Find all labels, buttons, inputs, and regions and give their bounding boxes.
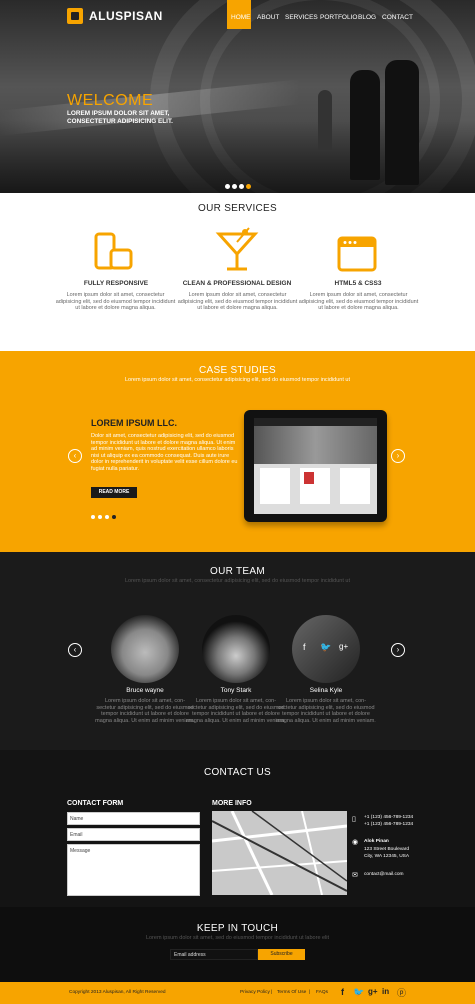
hero-subtitle: LOREM IPSUM DOLOR SIT AMET, CONSECTETUR …: [67, 110, 207, 126]
location-icon: ◉: [352, 839, 359, 846]
newsletter-email-input[interactable]: Email address: [170, 949, 258, 960]
services-heading: OUR SERVICES: [198, 203, 277, 214]
footer-link-privacy[interactable]: Privacy Policy: [240, 990, 270, 995]
map[interactable]: [212, 811, 347, 895]
service-title: CLEAN & PROFESSIONAL DESIGN: [182, 280, 292, 287]
message-field[interactable]: Message: [67, 844, 200, 896]
address-line: City, WA 12345, USA: [364, 854, 410, 859]
browser-window-icon: [337, 236, 377, 272]
phone-2: +1 (123) 456-789-1234: [364, 822, 414, 827]
team-prev-arrow-icon[interactable]: ‹: [68, 643, 82, 657]
name-field[interactable]: Name: [67, 812, 200, 825]
email-field[interactable]: Email: [67, 828, 200, 841]
contact-heading: CONTACT US: [203, 767, 272, 778]
logo-icon[interactable]: [67, 8, 83, 24]
googleplus-icon[interactable]: g+: [368, 987, 378, 996]
copyright: Copyright 2013 Aluspisan, All Right Rese…: [69, 990, 166, 995]
slider-dot[interactable]: [225, 184, 230, 189]
member-name: Bruce wayne: [126, 687, 164, 694]
services-section: [0, 193, 475, 351]
footer-link-terms[interactable]: Terms Of Use: [277, 990, 306, 995]
member-name: Tony Stark: [220, 687, 252, 694]
footer-link-faqs[interactable]: FAQs: [316, 990, 328, 995]
nav-portfolio[interactable]: PORTFOLIO: [320, 14, 357, 21]
slider-dot[interactable]: [239, 184, 244, 189]
slider-dot-active[interactable]: [246, 184, 251, 189]
hero-subtitle-line: LOREM IPSUM DOLOR SIT AMET,: [67, 110, 170, 117]
facebook-icon[interactable]: f: [303, 642, 306, 652]
case-title: LOREM IPSUM LLC.: [91, 418, 177, 428]
avatar[interactable]: [111, 615, 179, 683]
hero-title: WELCOME: [67, 92, 154, 109]
member-name: Selina Kyle: [309, 687, 343, 694]
case-slider-dot[interactable]: [91, 515, 95, 519]
service-text: Lorem ipsum dolor sit amet, consectetur …: [177, 292, 298, 311]
service-text: Lorem ipsum dolor sit amet, consectetur …: [298, 292, 419, 311]
googleplus-icon[interactable]: g+: [339, 642, 348, 651]
pinterest-icon[interactable]: ⓟ: [397, 986, 406, 999]
footer-divider: |: [271, 990, 273, 995]
newsletter-section: [0, 907, 475, 982]
keep-heading: KEEP IN TOUCH: [196, 923, 279, 934]
service-text: Lorem ipsum dolor sit amet, consectetur …: [55, 292, 176, 311]
service-title: HTML5 & CSS3: [334, 280, 382, 287]
hero-subtitle-line: CONSECTETUR ADIPISICING ELIT.: [67, 118, 173, 125]
phone-icon: ▯: [352, 816, 356, 823]
team-subheading: Lorem ipsum dolor sit amet, consectetur …: [124, 578, 350, 584]
brand-name[interactable]: ALUSPISAN: [89, 9, 163, 23]
linkedin-icon[interactable]: in: [382, 987, 389, 996]
contact-email[interactable]: contact@mail.com: [364, 872, 404, 878]
hero-person-silhouette: [385, 60, 419, 185]
nav-home[interactable]: HOME: [231, 14, 251, 21]
slider-dot[interactable]: [232, 184, 237, 189]
read-more-button[interactable]: READ MORE: [91, 487, 137, 498]
subscribe-button[interactable]: Subscribe: [258, 949, 305, 960]
member-text: Lorem ipsum dolor sit amet, con- sectetu…: [95, 698, 195, 724]
footer-divider: |: [309, 990, 311, 995]
twitter-icon[interactable]: 🐦: [353, 987, 364, 998]
nav-contact[interactable]: CONTACT: [382, 14, 413, 21]
hero-person-silhouette: [318, 90, 332, 150]
contact-form-heading: CONTACT FORM: [67, 800, 124, 807]
case-slider-dot[interactable]: [105, 515, 109, 519]
member-text: Lorem ipsum dolor sit amet, con- sectetu…: [276, 698, 376, 724]
avatar[interactable]: f 🐦 g+: [292, 615, 360, 683]
mobile-tablet-icon: [94, 232, 133, 270]
tablet-mockup: [244, 410, 387, 522]
case-studies-heading: CASE STUDIES: [199, 365, 276, 376]
case-text: Dolor sit amet, consectetur adipisicing …: [91, 433, 238, 472]
nav-blog[interactable]: BLOG: [358, 14, 376, 21]
address-line: 123 Street Boulevard: [364, 847, 410, 852]
team-next-arrow-icon[interactable]: ›: [391, 643, 405, 657]
contact-name: Alok Pinan: [364, 839, 389, 844]
tablet-screen: [254, 418, 377, 514]
hero-person-silhouette: [350, 70, 380, 180]
case-studies-subheading: Lorem ipsum dolor sit amet, consectetur …: [124, 377, 350, 383]
keep-subheading: Lorem ipsum dolor sit amet, sed do eiusm…: [145, 935, 330, 941]
nav-services[interactable]: SERVICES: [285, 14, 318, 21]
twitter-icon[interactable]: 🐦: [320, 642, 331, 653]
case-slider-dot[interactable]: [98, 515, 102, 519]
prev-arrow-icon[interactable]: ‹: [68, 449, 82, 463]
facebook-icon[interactable]: f: [341, 987, 344, 997]
nav-about[interactable]: ABOUT: [257, 14, 279, 21]
case-slider-dot-active[interactable]: [112, 515, 116, 519]
mail-icon: ✉: [352, 872, 358, 879]
member-text: Lorem ipsum dolor sit amet, con- sectetu…: [186, 698, 286, 724]
cocktail-icon: [215, 227, 259, 271]
next-arrow-icon[interactable]: ›: [391, 449, 405, 463]
avatar[interactable]: [202, 615, 270, 683]
map-roads: [212, 811, 347, 895]
service-title: FULLY RESPONSIVE: [83, 280, 149, 287]
more-info-heading: MORE INFO: [212, 800, 252, 807]
team-heading: OUR TEAM: [210, 566, 265, 577]
phone-1: +1 (123) 456-789-1234: [364, 815, 414, 820]
